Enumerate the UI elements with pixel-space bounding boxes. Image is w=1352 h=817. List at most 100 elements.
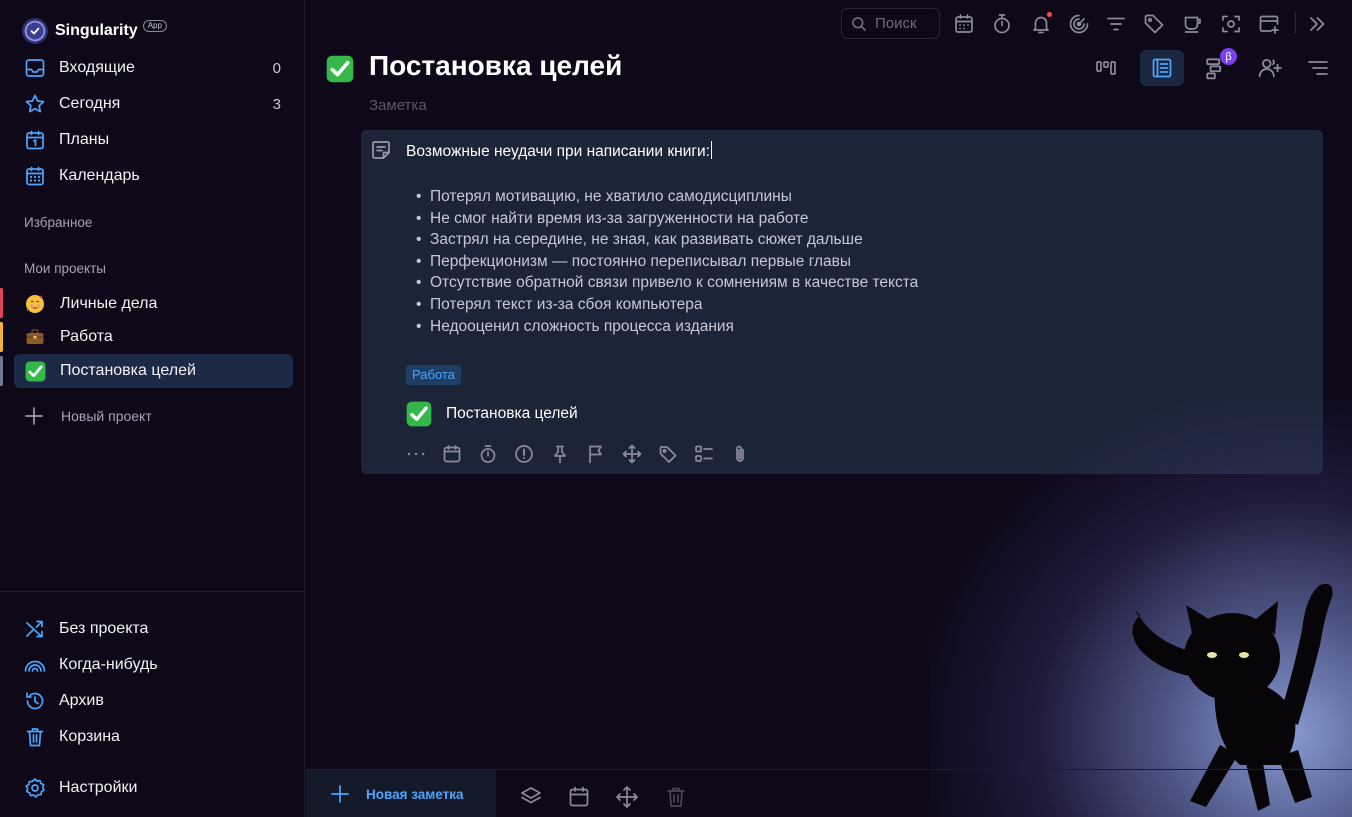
check-mark-emoji-icon	[406, 401, 432, 427]
rainbow-icon	[24, 654, 46, 676]
notification-dot	[1047, 12, 1052, 17]
inbox-count: 0	[272, 59, 281, 77]
add-window-icon[interactable]	[1257, 12, 1281, 36]
sidebar-item-trash[interactable]: Корзина	[14, 720, 293, 754]
sidebar-item-label: Календарь	[59, 167, 140, 184]
pin-icon[interactable]	[550, 443, 586, 465]
bell-icon[interactable]	[1029, 12, 1053, 36]
note-project-label: Постановка целей	[446, 405, 578, 422]
note-card[interactable]: Возможные неудачи при написании книги: П…	[361, 130, 1323, 474]
new-note-label: Новая заметка	[366, 786, 464, 802]
text-caret	[710, 141, 712, 159]
coffee-cup-icon[interactable]	[1181, 12, 1205, 36]
filter-icon[interactable]	[1104, 12, 1128, 36]
brand[interactable]: Singularity App	[22, 18, 167, 44]
new-note-button[interactable]: Новая заметка	[306, 770, 496, 817]
calendar-icon[interactable]	[442, 443, 478, 465]
calendar-toolbar-icon[interactable]	[952, 12, 976, 36]
history-icon	[24, 690, 46, 712]
flag-icon[interactable]	[586, 443, 622, 465]
gantt-view-button[interactable]: β	[1195, 48, 1239, 86]
sidebar-item-no-project[interactable]: Без проекта	[14, 612, 293, 646]
project-check-emoji-icon	[326, 55, 354, 83]
sidebar-item-label: Сегодня	[59, 95, 121, 112]
sidebar: Singularity App Входящие 0 Сегодня 3 Пла…	[0, 0, 305, 817]
sidebar-project-goals[interactable]: Постановка целей	[14, 354, 293, 388]
calendar-grid-icon	[24, 165, 46, 187]
sidebar-item-plans[interactable]: Планы	[14, 123, 293, 157]
list-item: Потерял текст из-за сбоя компьютера	[416, 294, 918, 316]
checklist-icon[interactable]	[694, 443, 730, 465]
move-icon[interactable]	[615, 785, 639, 809]
briefcase-emoji-icon	[24, 326, 46, 348]
stopwatch-icon[interactable]	[478, 443, 514, 465]
tag-chip[interactable]: Работа	[406, 365, 461, 385]
new-project-button[interactable]: Новый проект	[24, 406, 152, 426]
list-item: Отсутствие обратной связи привело к сомн…	[416, 272, 918, 294]
more-icon[interactable]	[406, 443, 442, 465]
search-placeholder: Поиск	[875, 15, 917, 32]
sidebar-item-label: Архив	[59, 692, 104, 709]
collapse-right-icon[interactable]	[1305, 12, 1329, 36]
layers-icon[interactable]	[519, 785, 543, 809]
sidebar-project-work[interactable]: Работа	[14, 320, 293, 354]
list-icon	[1152, 58, 1172, 78]
tag-icon[interactable]	[658, 443, 694, 465]
add-member-button[interactable]	[1248, 50, 1292, 86]
bottom-bar: Новая заметка	[306, 769, 1352, 817]
sidebar-item-someday[interactable]: Когда-нибудь	[14, 648, 293, 682]
sidebar-item-label: Настройки	[59, 779, 138, 796]
note-bullet-list: Потерял мотивацию, не хватило самодисцип…	[416, 186, 918, 337]
projects-title: Мои проекты	[24, 261, 106, 276]
list-item: Застрял на середине, не зная, как развив…	[416, 229, 918, 251]
note-heading-text: Возможные неудачи при написании книги:	[406, 143, 710, 160]
trash-icon[interactable]	[664, 785, 688, 809]
stopwatch-icon[interactable]	[990, 12, 1014, 36]
note-actions	[406, 443, 766, 465]
gear-icon	[24, 777, 46, 799]
sidebar-item-calendar[interactable]: Календарь	[14, 159, 293, 193]
sidebar-item-settings[interactable]: Настройки	[14, 771, 293, 805]
sidebar-project-label: Постановка целей	[60, 362, 196, 379]
sidebar-project-label: Личные дела	[60, 295, 158, 312]
list-item: Не смог найти время из-за загруженности …	[416, 208, 918, 230]
project-accent-bar	[0, 322, 3, 352]
priority-icon[interactable]	[514, 443, 550, 465]
sidebar-item-inbox[interactable]: Входящие 0	[14, 51, 293, 85]
page-title: Постановка целей	[369, 50, 623, 81]
calendar-icon[interactable]	[567, 785, 591, 809]
app-name: Singularity	[55, 22, 138, 39]
sidebar-item-today[interactable]: Сегодня 3	[14, 87, 293, 121]
star-icon	[24, 93, 46, 115]
kanban-icon	[1096, 61, 1116, 75]
move-icon[interactable]	[622, 443, 658, 465]
shuffle-icon	[24, 618, 46, 640]
list-view-button[interactable]	[1140, 50, 1184, 86]
sort-button[interactable]	[1296, 50, 1340, 86]
sidebar-item-label: Когда-нибудь	[59, 656, 158, 673]
search-input[interactable]: Поиск	[841, 8, 940, 39]
singularity-logo-icon	[22, 18, 48, 44]
focus-target-icon[interactable]	[1067, 12, 1091, 36]
sidebar-divider	[0, 591, 305, 592]
scan-icon[interactable]	[1219, 12, 1243, 36]
note-heading[interactable]: Возможные неудачи при написании книги:	[406, 141, 712, 161]
favorites-title: Избранное	[24, 215, 93, 230]
check-mark-emoji-icon	[24, 360, 46, 382]
tag-icon[interactable]	[1142, 12, 1166, 36]
add-user-icon	[1258, 58, 1282, 78]
paperclip-icon[interactable]	[730, 443, 766, 465]
sidebar-item-archive[interactable]: Архив	[14, 684, 293, 718]
sidebar-project-personal[interactable]: Личные дела	[14, 287, 293, 321]
list-item: Перфекционизм — постоянно переписывал пе…	[416, 251, 918, 273]
inbox-icon	[24, 57, 46, 79]
plus-icon	[24, 406, 44, 426]
page-subtitle: Заметка	[369, 97, 427, 114]
note-project-link[interactable]: Постановка целей	[406, 401, 578, 427]
list-item: Потерял мотивацию, не хватило самодисцип…	[416, 186, 918, 208]
project-accent-bar	[0, 356, 3, 386]
beta-badge: β	[1220, 48, 1237, 65]
trash-icon	[24, 726, 46, 748]
kanban-view-button[interactable]	[1084, 50, 1128, 86]
sidebar-item-label: Входящие	[59, 59, 135, 76]
